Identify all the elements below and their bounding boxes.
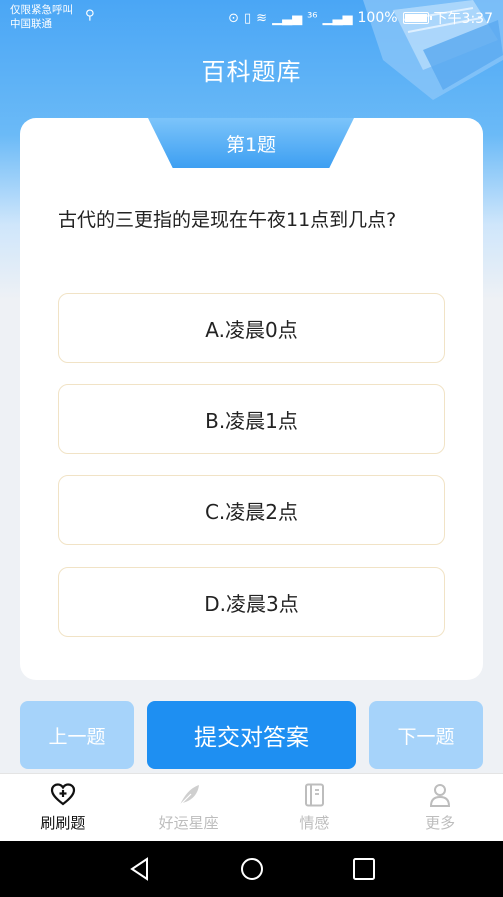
tab-haoyunxingzuo[interactable]: 好运星座: [126, 774, 252, 841]
signal-icon-2: ▁▃▅: [322, 10, 353, 26]
tab-label: 好运星座: [158, 814, 219, 832]
option-d[interactable]: D.凌晨3点: [58, 567, 445, 637]
tab-label: 刷刷题: [40, 814, 86, 832]
back-icon[interactable]: [127, 856, 153, 882]
option-b[interactable]: B.凌晨1点: [58, 384, 445, 454]
question-card: 第1题 古代的三更指的是现在午夜11点到几点? A.凌晨0点 B.凌晨1点 C.…: [20, 118, 483, 680]
tab-qinggan[interactable]: 情感: [252, 774, 378, 841]
notebook-icon: [305, 783, 325, 807]
option-a[interactable]: A.凌晨0点: [58, 293, 445, 363]
status-bar: 仅限紧急呼叫 中国联通 ⚲ ⊙ ▯ ≋ ▁▃▅ ³⁶ ▁▃▅ 100% 下午3:…: [0, 0, 503, 34]
prev-question-button[interactable]: 上一题: [20, 701, 134, 769]
carrier-info: 仅限紧急呼叫 中国联通: [10, 3, 73, 31]
bottom-tab-bar: 刷刷题 好运星座 情感 更多: [0, 773, 503, 841]
option-c[interactable]: C.凌晨2点: [58, 475, 445, 545]
next-question-button[interactable]: 下一题: [369, 701, 483, 769]
carrier-line1: 仅限紧急呼叫: [10, 4, 73, 16]
tab-label: 情感: [299, 814, 330, 832]
wifi-icon: ≋: [256, 10, 268, 26]
vibrate-icon: ▯: [244, 10, 252, 26]
carrier-line2: 中国联通: [10, 18, 52, 30]
usb-icon: ⚲: [85, 8, 95, 23]
person-icon: [430, 784, 451, 807]
question-number-tab: 第1题: [148, 118, 354, 168]
tab-shuashuati[interactable]: 刷刷题: [0, 774, 126, 841]
submit-answer-button[interactable]: 提交对答案: [147, 701, 356, 769]
clock: 下午3:37: [433, 11, 493, 27]
feather-icon: [179, 785, 199, 806]
tab-label: 更多: [425, 814, 456, 832]
network-type: ³⁶: [307, 10, 318, 26]
home-icon[interactable]: [239, 856, 265, 882]
battery-percent: 100%: [357, 10, 398, 26]
recents-icon[interactable]: [351, 856, 377, 882]
question-text: 古代的三更指的是现在午夜11点到几点?: [58, 209, 397, 231]
battery-icon: [402, 12, 432, 24]
location-icon: ⊙: [228, 10, 240, 26]
question-number: 第1题: [225, 133, 277, 156]
tab-gengduo[interactable]: 更多: [377, 774, 503, 841]
page-title: 百科题库: [201, 58, 302, 86]
signal-icon: ▁▃▅: [272, 10, 303, 26]
heart-plus-icon: [50, 783, 75, 806]
android-nav-bar: [0, 841, 503, 897]
